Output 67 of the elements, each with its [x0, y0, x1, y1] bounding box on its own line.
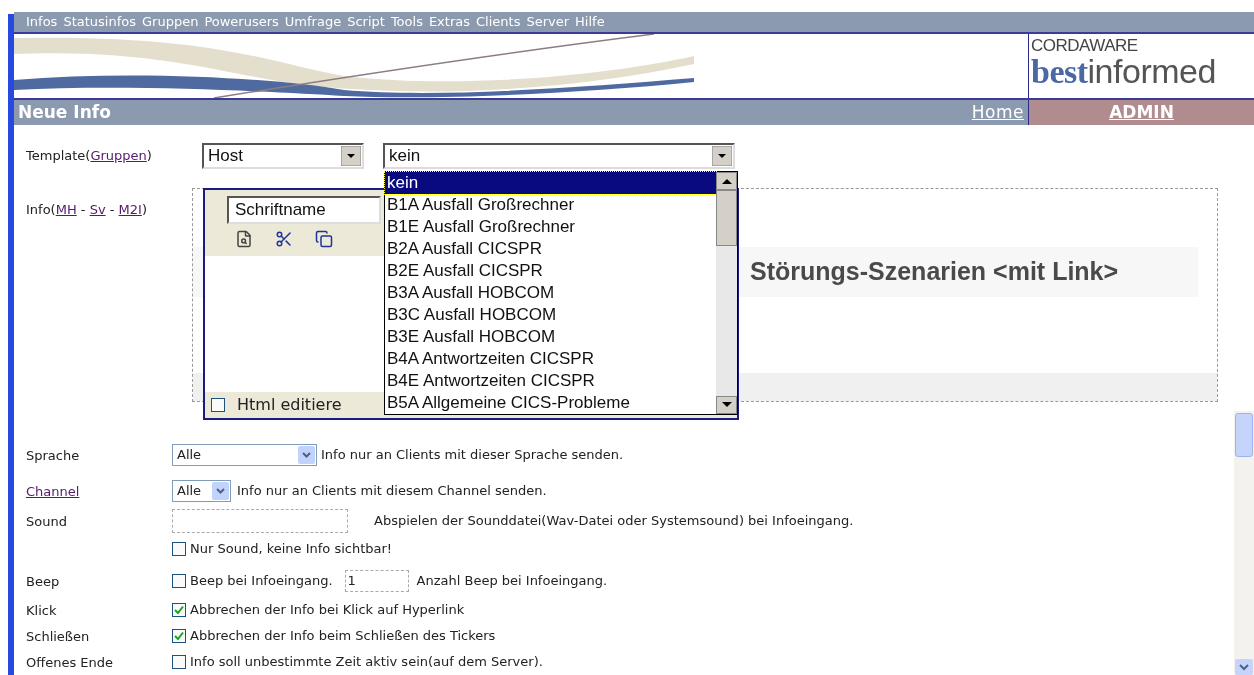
- info-label: ): [141, 201, 147, 219]
- setting-label: Klick: [26, 603, 57, 618]
- dropdown-option[interactable]: kein: [385, 172, 716, 194]
- group-select[interactable]: Host: [202, 143, 364, 169]
- chevron-down-icon: [298, 446, 315, 464]
- setting-link[interactable]: Channel: [26, 484, 80, 499]
- logo: CORDAWARE bestinformed: [1028, 34, 1254, 98]
- setting-label: Sound: [26, 514, 67, 529]
- scrollbar[interactable]: [716, 172, 737, 414]
- checkbox-label: Info soll unbestimmte Zeit aktiv sein(auf dem Server).: [190, 653, 543, 672]
- dropdown-option[interactable]: B4E Antwortzeiten CICSPR: [385, 370, 716, 392]
- template-label: ): [146, 147, 152, 166]
- html-edit-label: Html editiere: [237, 394, 342, 416]
- template-select[interactable]: kein: [383, 143, 735, 169]
- checkbox[interactable]: [172, 574, 186, 588]
- language-select[interactable]: Alle: [172, 444, 317, 466]
- label-link[interactable]: M2I: [118, 200, 142, 220]
- chevron-down-icon: [212, 482, 229, 500]
- sound-field[interactable]: [172, 509, 348, 533]
- channel-select[interactable]: Alle: [172, 480, 231, 502]
- dropdown-option[interactable]: B1A Ausfall Großrechner: [385, 194, 716, 216]
- caret-up-icon: [721, 178, 732, 184]
- copy-icon[interactable]: [315, 230, 333, 248]
- preview-icon[interactable]: [235, 230, 253, 248]
- info-label: -: [108, 201, 116, 219]
- dropdown-option[interactable]: B5A Allgemeine CICS-Probleme: [385, 392, 716, 414]
- setting-label: Offenes Ende: [26, 655, 114, 670]
- page-title: Neue Info: [18, 100, 111, 124]
- label-link[interactable]: Sv: [89, 200, 106, 220]
- checkbox[interactable]: [172, 542, 186, 556]
- chevron-down-icon: [1235, 659, 1253, 675]
- caret-down-icon: [341, 146, 361, 166]
- scrollbar-thumb[interactable]: [1235, 413, 1253, 457]
- checkbox-label: Abbrechen der Info beim Schließen des Tickers: [190, 627, 496, 646]
- setting-hint: Abspielen der Sounddatei(Wav-Datei oder Systemsound) bei Infoeingang.: [374, 512, 854, 531]
- scrollbar-thumb[interactable]: [716, 190, 737, 246]
- setting-label: Schließen: [26, 629, 90, 644]
- dropdown-option[interactable]: B4A Antwortzeiten CICSPR: [385, 348, 716, 370]
- checked-checkbox[interactable]: [172, 603, 186, 617]
- checkbox-label: Nur Sound, keine Info sichtbar!: [190, 540, 393, 559]
- checkbox[interactable]: [172, 655, 186, 669]
- checked-checkbox[interactable]: [172, 629, 186, 643]
- setting-label: Beep: [26, 574, 60, 589]
- dropdown-option[interactable]: B3E Ausfall HOBCOM: [385, 326, 716, 348]
- caret-down-icon: [712, 146, 732, 166]
- checkbox[interactable]: [211, 398, 225, 412]
- dropdown-option[interactable]: B3C Ausfall HOBCOM: [385, 304, 716, 326]
- setting-hint: Info nur an Clients mit dieser Sprache senden.: [321, 446, 624, 465]
- beep-count-field[interactable]: 1: [344, 570, 409, 592]
- setting-hint: Info nur an Clients mit diesem Channel senden.: [237, 482, 547, 501]
- info-label: -: [79, 201, 87, 219]
- preview-heading: Störungs-Szenarien <mit Link>: [750, 256, 1119, 288]
- setting-hint: Anzahl Beep bei Infoeingang.: [416, 572, 608, 591]
- page-scrollbar[interactable]: [1234, 411, 1254, 675]
- label-link[interactable]: Gruppen: [90, 146, 147, 166]
- dropdown-option[interactable]: B1E Ausfall Großrechner: [385, 216, 716, 238]
- dropdown-option[interactable]: B2A Ausfall CICSPR: [385, 238, 716, 260]
- font-select[interactable]: Schriftname: [227, 196, 381, 224]
- dropdown-option[interactable]: B3A Ausfall HOBCOM: [385, 282, 716, 304]
- checkbox-label: Abbrechen der Info bei Klick auf Hyperlink: [190, 601, 465, 620]
- checkbox-label: Beep bei Infoeingang.: [190, 572, 333, 591]
- info-label: Info(: [26, 201, 56, 219]
- dropdown-option[interactable]: B2E Ausfall CICSPR: [385, 260, 716, 282]
- setting-label: Sprache: [26, 448, 80, 463]
- label-link[interactable]: MH: [55, 200, 77, 220]
- template-label: Template(: [26, 147, 91, 166]
- scissors-icon[interactable]: [275, 230, 293, 248]
